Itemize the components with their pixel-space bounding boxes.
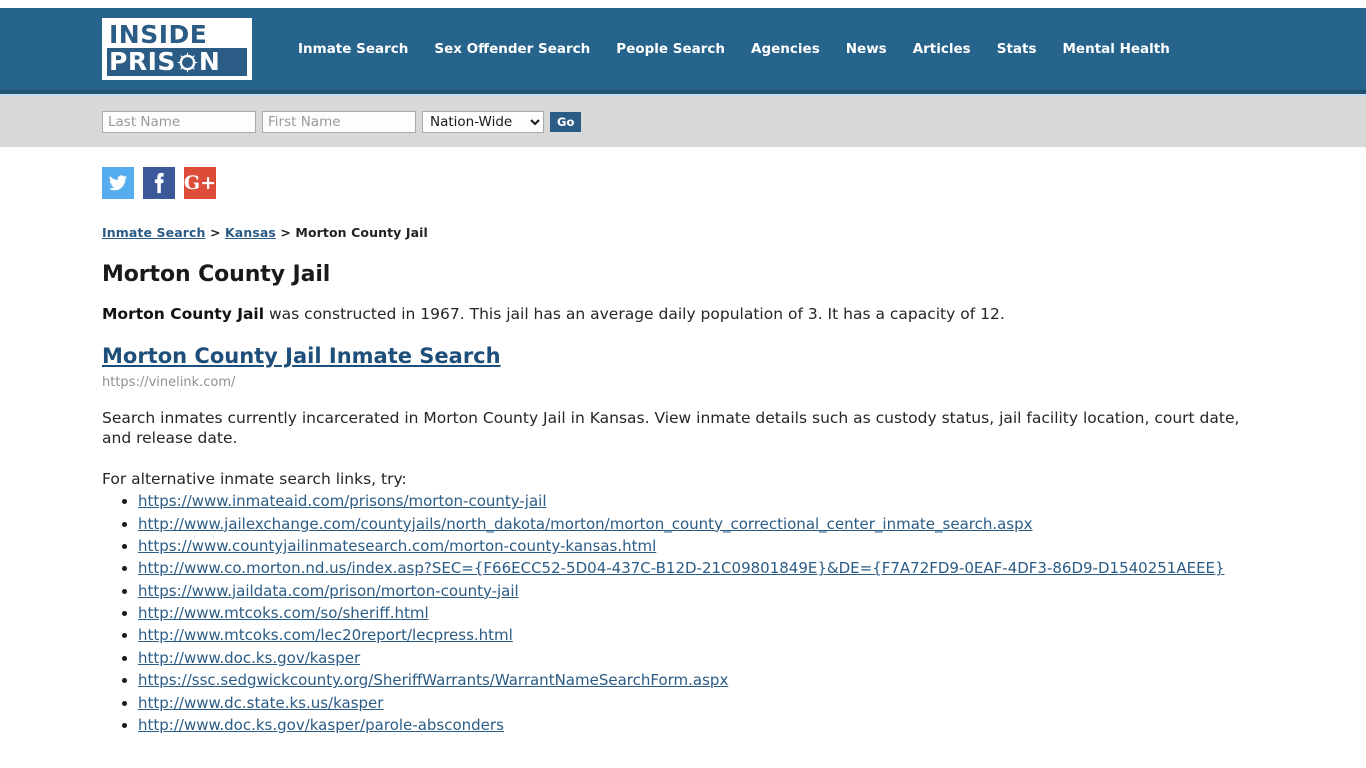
search-scope-select[interactable]: Nation-Wide (422, 110, 544, 133)
nav-item-news[interactable]: News (833, 37, 900, 61)
logo-prison-suffix: N (198, 47, 221, 76)
page-title: Morton County Jail (102, 262, 331, 287)
result-title: Morton County Jail Inmate Search (102, 344, 1264, 368)
list-item: http://www.doc.ks.gov/kasper (138, 647, 1264, 669)
search-bar-region: Nation-Wide Go (0, 94, 1366, 147)
site-header: INSIDE PRIS N Inmate Search Sex Offender… (0, 8, 1366, 94)
result-url: https://vinelink.com/ (102, 375, 236, 391)
list-item: http://www.co.morton.nd.us/index.asp?SEC… (138, 557, 1264, 579)
logo-text-prison: PRIS N (107, 48, 247, 76)
nav-item-sex-offender-search[interactable]: Sex Offender Search (421, 37, 603, 61)
breadcrumb-separator: > (209, 225, 221, 240)
list-item: http://www.mtcoks.com/so/sheriff.html (138, 602, 1264, 624)
alt-link[interactable]: https://ssc.sedgwickcounty.org/SheriffWa… (138, 671, 728, 689)
nav-item-agencies[interactable]: Agencies (738, 37, 833, 61)
list-item: http://www.dc.state.ks.us/kasper (138, 692, 1264, 714)
list-item: https://ssc.sedgwickcounty.org/SheriffWa… (138, 669, 1264, 691)
last-name-input[interactable] (102, 110, 256, 133)
facility-description-rest: was constructed in 1967. This jail has a… (264, 305, 1005, 323)
breadcrumb-separator: > (280, 225, 291, 240)
result-snippet: Search inmates currently incarcerated in… (102, 409, 1240, 448)
facility-description: Morton County Jail was constructed in 19… (102, 304, 1264, 324)
social-share-bar: G+ (102, 147, 1264, 199)
top-white-strip (0, 0, 1366, 8)
list-item: https://www.jaildata.com/prison/morton-c… (138, 580, 1264, 602)
breadcrumb-item-current: Morton County Jail (295, 225, 428, 240)
list-item: http://www.mtcoks.com/lec20report/lecpre… (138, 624, 1264, 646)
alt-link[interactable]: https://www.jaildata.com/prison/morton-c… (138, 582, 519, 600)
breadcrumb-item-kansas[interactable]: Kansas (225, 225, 276, 240)
facility-name-bold: Morton County Jail (102, 305, 265, 323)
alt-link[interactable]: http://www.doc.ks.gov/kasper (138, 649, 360, 667)
breadcrumb: Inmate Search > Kansas > Morton County J… (102, 225, 1264, 240)
list-item: http://www.jailexchange.com/countyjails/… (138, 513, 1264, 535)
google-plus-share-icon[interactable]: G+ (184, 167, 216, 199)
first-name-input[interactable] (262, 110, 416, 133)
search-go-button[interactable]: Go (550, 111, 582, 132)
nav-item-inmate-search[interactable]: Inmate Search (285, 37, 421, 61)
google-plus-glyph: G+ (183, 171, 217, 194)
nav-item-stats[interactable]: Stats (984, 37, 1050, 61)
inmate-search-form: Nation-Wide Go (102, 110, 582, 133)
list-item: http://www.doc.ks.gov/kasper/parole-absc… (138, 714, 1264, 736)
site-logo[interactable]: INSIDE PRIS N (102, 18, 252, 80)
twitter-share-icon[interactable] (102, 167, 134, 199)
alt-link[interactable]: http://www.doc.ks.gov/kasper/parole-absc… (138, 716, 504, 734)
barbed-wire-circle-icon (177, 52, 198, 73)
facebook-share-icon[interactable] (143, 167, 175, 199)
alt-link[interactable]: https://www.inmateaid.com/prisons/morton… (138, 492, 547, 510)
list-item: https://www.countyjailinmatesearch.com/m… (138, 535, 1264, 557)
alternative-links-list: https://www.inmateaid.com/prisons/morton… (102, 490, 1264, 736)
logo-text-inside: INSIDE (109, 20, 208, 49)
breadcrumb-item-inmate-search[interactable]: Inmate Search (102, 225, 206, 240)
nav-item-articles[interactable]: Articles (900, 37, 984, 61)
logo-prison-prefix: PRIS (109, 47, 176, 76)
page-content: G+ Inmate Search > Kansas > Morton Count… (0, 147, 1366, 737)
result-title-link[interactable]: Morton County Jail Inmate Search (102, 344, 501, 368)
nav-item-people-search[interactable]: People Search (603, 37, 738, 61)
alt-link[interactable]: http://www.mtcoks.com/so/sheriff.html (138, 604, 429, 622)
alt-link[interactable]: https://www.countyjailinmatesearch.com/m… (138, 537, 656, 555)
alt-link[interactable]: http://www.dc.state.ks.us/kasper (138, 694, 383, 712)
alt-link[interactable]: http://www.mtcoks.com/lec20report/lecpre… (138, 626, 513, 644)
main-navigation: Inmate Search Sex Offender Search People… (285, 37, 1183, 61)
alt-link[interactable]: http://www.co.morton.nd.us/index.asp?SEC… (138, 559, 1225, 577)
alt-link[interactable]: http://www.jailexchange.com/countyjails/… (138, 515, 1033, 533)
alternative-links-intro: For alternative inmate search links, try… (102, 470, 407, 489)
list-item: https://www.inmateaid.com/prisons/morton… (138, 490, 1264, 512)
nav-item-mental-health[interactable]: Mental Health (1050, 37, 1183, 61)
